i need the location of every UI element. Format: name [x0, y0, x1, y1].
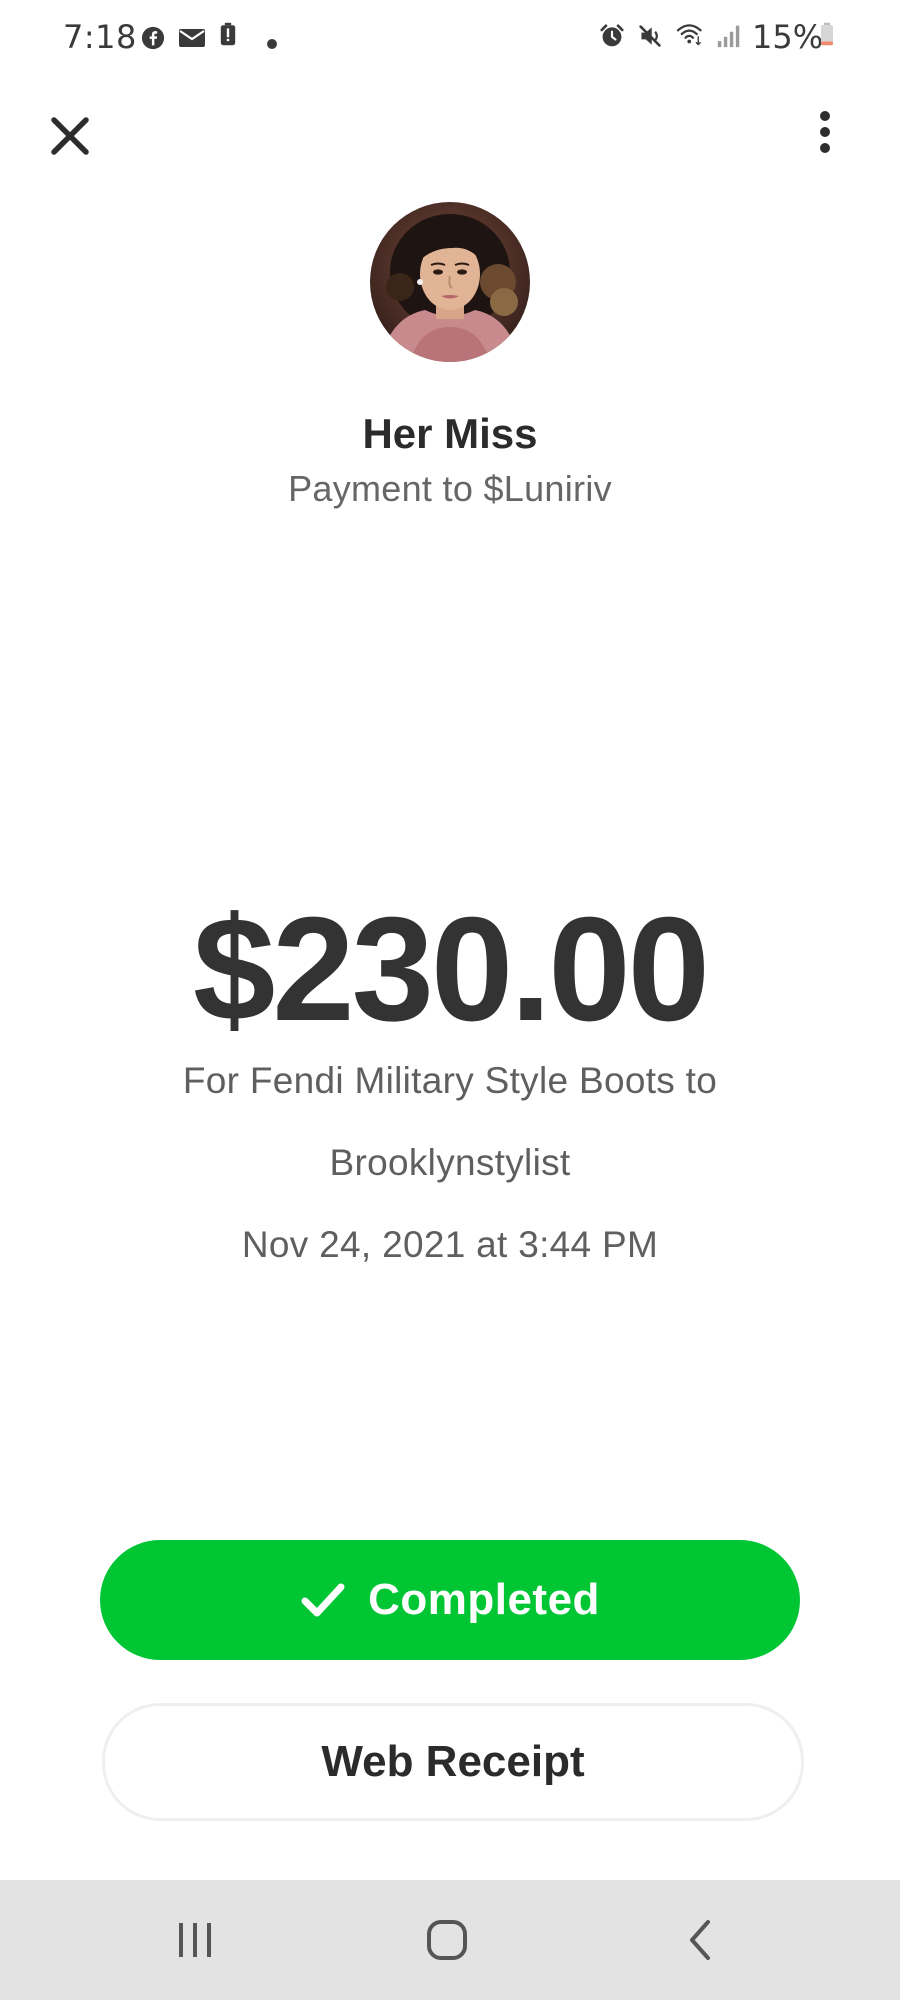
check-icon: [301, 1583, 345, 1617]
payment-amount: $230.00: [193, 887, 710, 1052]
more-vertical-icon: [820, 111, 830, 153]
more-options-button[interactable]: [800, 100, 850, 164]
payment-note-line-2: Brooklynstylist: [329, 1142, 571, 1183]
status-bar: 7:18 15%: [0, 0, 900, 78]
home-icon: [427, 1920, 467, 1960]
dot-icon: [267, 39, 277, 49]
signal-icon: [717, 25, 740, 48]
facebook-icon: [141, 26, 165, 50]
recipient-name: Her Miss: [362, 410, 538, 457]
battery-icon: [821, 22, 833, 46]
alarm-icon: [600, 24, 624, 47]
wifi-icon: [676, 24, 702, 46]
status-time: 7:18: [63, 18, 137, 56]
back-button[interactable]: [640, 1880, 760, 2000]
avatar[interactable]: [370, 202, 530, 362]
completed-label: Completed: [368, 1575, 600, 1624]
payment-recipient-subtitle: Payment to $Luniriv: [288, 468, 612, 509]
payment-note-line-1: For Fendi Military Style Boots to: [182, 1060, 718, 1101]
recent-apps-icon: [179, 1923, 211, 1957]
web-receipt-button[interactable]: Web Receipt: [102, 1703, 804, 1821]
navigation-bar: [0, 1880, 900, 2000]
close-button[interactable]: [40, 106, 100, 166]
mute-icon: [639, 25, 661, 47]
back-icon: [690, 1920, 710, 1960]
web-receipt-label: Web Receipt: [321, 1737, 585, 1786]
avatar-photo: [370, 202, 530, 362]
recent-apps-button[interactable]: [135, 1880, 255, 2000]
mail-icon: [179, 29, 205, 47]
payment-date: Nov 24, 2021 at 3:44 PM: [241, 1224, 659, 1265]
battery-percent: 15%: [752, 18, 824, 56]
close-icon: [51, 117, 89, 155]
battery-alert-icon: [220, 22, 236, 46]
completed-status-button[interactable]: Completed: [100, 1540, 800, 1660]
home-button[interactable]: [387, 1880, 507, 2000]
